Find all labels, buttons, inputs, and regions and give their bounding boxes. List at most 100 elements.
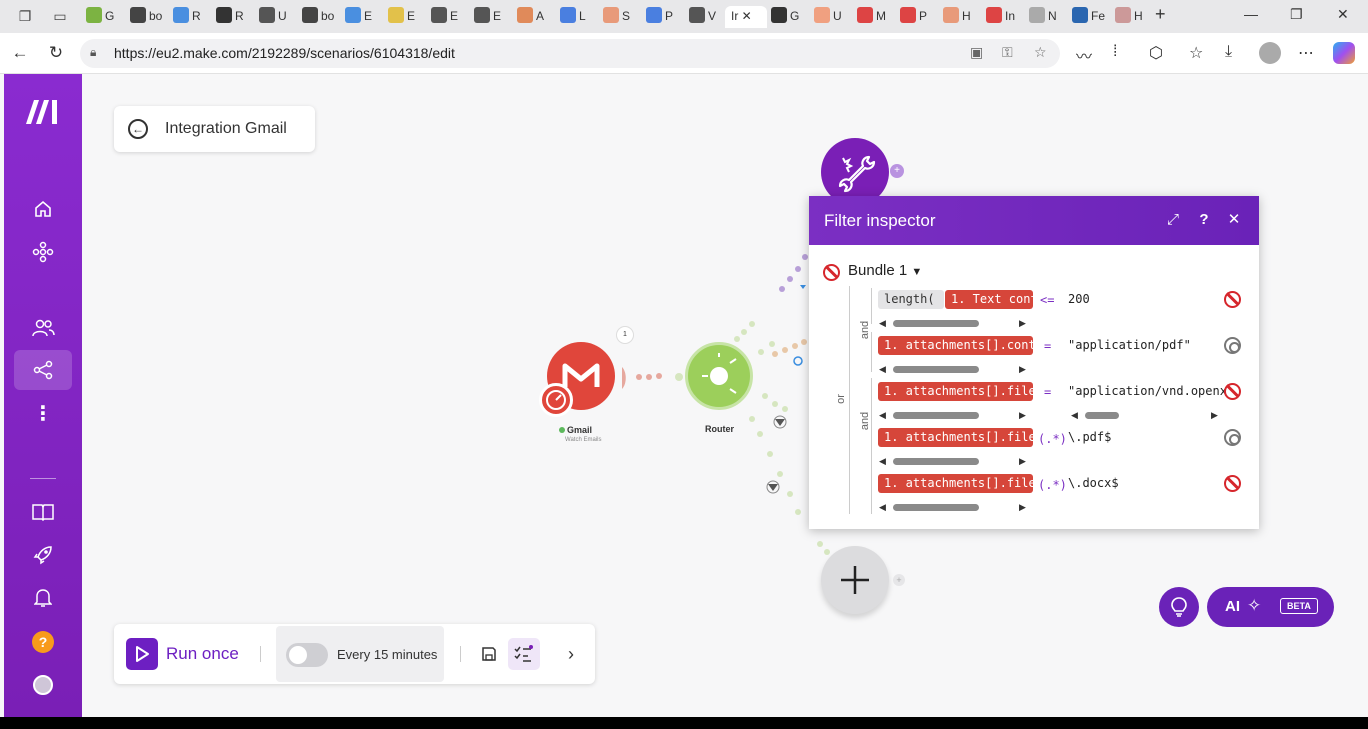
sidebar-notifications-icon[interactable]: [14, 578, 72, 618]
run-once-button[interactable]: Run once: [166, 644, 239, 664]
condition-3-value-scrollbar[interactable]: ◀ ▶: [1071, 410, 1223, 420]
sidebar-home-icon[interactable]: [14, 189, 72, 229]
sidebar: ⋮ ?: [4, 74, 82, 717]
browser-tab[interactable]: E: [474, 6, 514, 28]
run-once-play-icon[interactable]: [126, 638, 158, 670]
add-module-button[interactable]: [821, 546, 889, 614]
browser-tab[interactable]: R: [173, 6, 213, 28]
minimize-icon[interactable]: —: [1244, 6, 1258, 22]
condition-3-operand[interactable]: 1. attachments[].file: [878, 382, 1033, 401]
browser-tab[interactable]: A: [517, 6, 557, 28]
back-icon[interactable]: ←: [10, 43, 30, 63]
browser-tab[interactable]: S: [603, 6, 643, 28]
browser-tab[interactable]: In: [986, 6, 1026, 28]
schedule-toggle[interactable]: [286, 643, 328, 667]
new-tab-icon[interactable]: +: [1155, 4, 1166, 25]
sidebar-team-icon[interactable]: [14, 308, 72, 348]
condition-5-scrollbar[interactable]: ◀ ▶: [879, 502, 1031, 512]
tab-label: U: [278, 9, 287, 23]
browser-tab[interactable]: L: [560, 6, 600, 28]
browser-tab[interactable]: N: [1029, 6, 1069, 28]
user-avatar[interactable]: [33, 675, 53, 695]
tab-favicon-icon: [173, 7, 189, 23]
browser-tab[interactable]: P: [646, 6, 686, 28]
browser-tab[interactable]: G: [86, 6, 126, 28]
tab-label: bo: [149, 9, 163, 23]
add-module-plus-icon[interactable]: +: [890, 164, 904, 178]
close-icon[interactable]: ✕: [1224, 210, 1244, 230]
make-logo[interactable]: [24, 100, 62, 124]
restore-icon[interactable]: ❐: [1290, 6, 1303, 23]
browser-tab[interactable]: R: [216, 6, 256, 28]
refresh-icon[interactable]: ↻: [46, 43, 66, 63]
browser-tab[interactable]: H: [943, 6, 983, 28]
schedule-control[interactable]: Every 15 minutes: [276, 626, 444, 682]
browser-tab[interactable]: G: [771, 6, 811, 28]
favorite-star-icon[interactable]: ☆: [1034, 44, 1047, 61]
workspaces-icon[interactable]: ❐: [16, 7, 34, 25]
vertical-tabs-icon[interactable]: ▭: [51, 7, 69, 25]
browser-tab[interactable]: E: [345, 6, 385, 28]
tab-favicon-icon: [86, 7, 102, 23]
browser-tab[interactable]: bo: [302, 6, 342, 28]
downloads-icon[interactable]: ⤓: [1225, 43, 1232, 61]
save-icon[interactable]: [478, 643, 500, 665]
app-available-icon[interactable]: ▣: [970, 44, 983, 61]
browser-tab[interactable]: E: [431, 6, 471, 28]
tab-favicon-icon: [857, 7, 873, 23]
ai-assistant-button[interactable]: AI ✧ BETA: [1207, 587, 1334, 627]
browser-tab[interactable]: U: [259, 6, 299, 28]
url-text[interactable]: https://eu2.make.com/2192289/scenarios/6…: [114, 45, 455, 61]
router-module[interactable]: [685, 342, 753, 410]
browser-tab[interactable]: P: [900, 6, 940, 28]
browser-tab[interactable]: E: [388, 6, 428, 28]
key-icon[interactable]: ⚿: [1002, 44, 1013, 61]
tab-label: E: [407, 9, 416, 23]
add-small-plus-icon[interactable]: +: [893, 574, 905, 586]
address-bar[interactable]: 🔒︎ https://eu2.make.com/2192289/scenario…: [80, 39, 1060, 68]
condition-5-operand[interactable]: 1. attachments[].file: [878, 474, 1033, 493]
extensions-icon[interactable]: ⬡: [1149, 43, 1163, 63]
extensions-dots-icon[interactable]: ⁞: [1113, 43, 1117, 61]
sidebar-more-icon[interactable]: ⋮: [14, 394, 72, 434]
bundle-selector[interactable]: Bundle 1 ▼: [848, 262, 922, 279]
close-tab-icon[interactable]: ✕: [738, 9, 752, 23]
condition-1-operand[interactable]: 1. Text cont: [945, 290, 1033, 309]
scenario-canvas[interactable]: ← Integration Gmail 1 Gmail Watch Emails…: [82, 74, 1368, 717]
condition-2-operand[interactable]: 1. attachments[].cont: [878, 336, 1033, 355]
browser-tab[interactable]: H: [1115, 6, 1155, 28]
performance-icon[interactable]: 〰: [1076, 43, 1092, 67]
settings-more-icon[interactable]: ⋯: [1298, 43, 1314, 63]
tab-label: S: [622, 9, 631, 23]
expand-toolbar-icon[interactable]: ›: [560, 643, 582, 665]
schedule-clock-icon[interactable]: [539, 383, 573, 417]
ai-label: AI: [1225, 598, 1240, 615]
lightbulb-icon[interactable]: [1159, 587, 1199, 627]
sidebar-rocket-icon[interactable]: [14, 535, 72, 575]
help-icon[interactable]: ?: [32, 631, 54, 653]
close-window-icon[interactable]: ✕: [1337, 6, 1349, 23]
notes-checklist-icon[interactable]: [508, 638, 540, 670]
browser-tab[interactable]: Fe: [1072, 6, 1112, 28]
condition-1-value: 200: [1068, 292, 1090, 306]
browser-tab[interactable]: M: [857, 6, 897, 28]
help-question-icon[interactable]: ?: [1194, 210, 1214, 230]
condition-4-scrollbar[interactable]: ◀ ▶: [879, 456, 1031, 466]
active-browser-tab[interactable]: Ir ✕: [725, 6, 767, 28]
condition-1-function[interactable]: length(: [878, 290, 944, 309]
browser-tab[interactable]: bo: [130, 6, 170, 28]
browser-tab[interactable]: U: [814, 6, 854, 28]
condition-3-scrollbar[interactable]: ◀ ▶: [879, 410, 1031, 420]
sidebar-templates-icon[interactable]: [14, 232, 72, 272]
condition-1-scrollbar[interactable]: ◀ ▶: [879, 318, 1031, 328]
maximize-icon[interactable]: ⤢: [1163, 210, 1183, 230]
sidebar-docs-icon[interactable]: [14, 492, 72, 532]
copilot-icon[interactable]: [1333, 42, 1355, 64]
favorites-icon[interactable]: ☆: [1189, 43, 1203, 63]
sidebar-scenarios-icon[interactable]: [14, 350, 72, 390]
condition-2-scrollbar[interactable]: ◀ ▶: [879, 364, 1031, 374]
browser-tab[interactable]: V: [689, 6, 729, 28]
schedule-label[interactable]: Every 15 minutes: [337, 647, 437, 662]
profile-avatar[interactable]: [1259, 42, 1281, 64]
condition-4-operand[interactable]: 1. attachments[].file: [878, 428, 1033, 447]
